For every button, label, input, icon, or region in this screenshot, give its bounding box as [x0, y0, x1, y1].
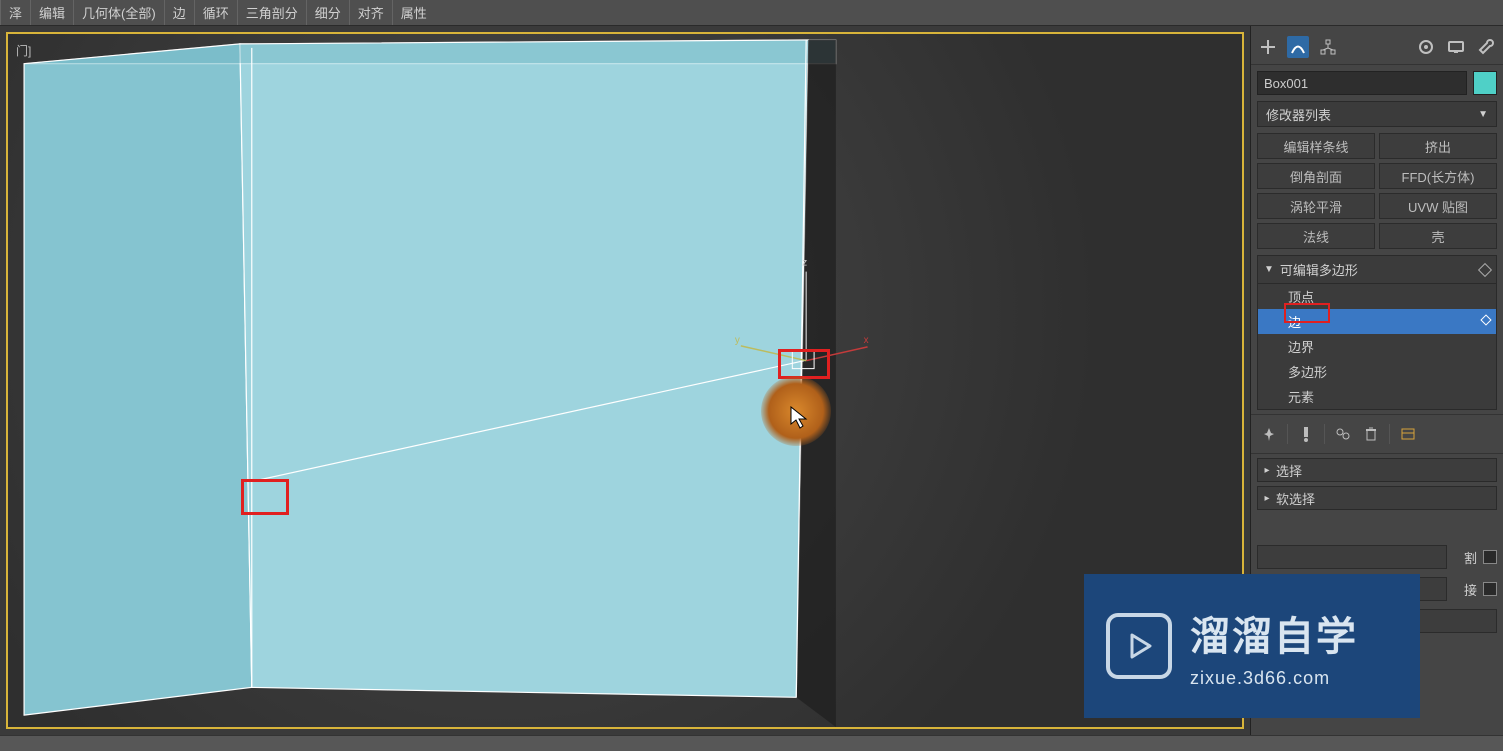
modifier-list-dropdown[interactable]: 修改器列表 ▼ — [1257, 101, 1497, 127]
mod-button-ffd[interactable]: FFD(长方体) — [1379, 163, 1497, 189]
svg-text:z: z — [802, 258, 807, 269]
play-logo-icon — [1106, 613, 1172, 679]
modifier-stack: ▼ 可编辑多边形 顶点 边 边界 多边形 元素 — [1257, 255, 1497, 410]
triangle-down-icon: ▼ — [1264, 264, 1274, 275]
status-bar — [0, 735, 1503, 751]
lower-checkbox-2[interactable] — [1483, 582, 1497, 596]
hierarchy-tab-icon[interactable] — [1317, 36, 1339, 58]
modifier-quick-buttons: 编辑样条线 挤出 倒角剖面 FFD(长方体) 涡轮平滑 UVW 贴图 法线 壳 — [1251, 133, 1503, 255]
watermark-url: zixue.3d66.com — [1190, 668, 1358, 689]
subobj-border[interactable]: 边界 — [1258, 334, 1496, 359]
rollout-selection[interactable]: ▸ 选择 — [1257, 458, 1497, 482]
highlight-marker — [241, 479, 289, 515]
diamond-icon — [1480, 314, 1491, 325]
watermark-overlay: 溜溜自学 zixue.3d66.com — [1084, 574, 1420, 718]
chevron-down-icon: ▼ — [1478, 109, 1488, 120]
chevron-right-icon: ▸ — [1258, 493, 1276, 504]
mod-button-uvwmap[interactable]: UVW 贴图 — [1379, 193, 1497, 219]
motion-tab-icon[interactable] — [1415, 36, 1437, 58]
menu-item-loop[interactable]: 循环 — [194, 0, 237, 25]
mod-button-bevel[interactable]: 倒角剖面 — [1257, 163, 1375, 189]
modifier-stack-header[interactable]: ▼ 可编辑多边形 — [1258, 256, 1496, 284]
menu-item-align[interactable]: 对齐 — [349, 0, 392, 25]
menu-item-edge[interactable]: 边 — [164, 0, 194, 25]
pin-icon[interactable] — [1257, 423, 1281, 445]
lower-checkbox-1[interactable] — [1483, 550, 1497, 564]
mod-button-normal[interactable]: 法线 — [1257, 223, 1375, 249]
object-name-input[interactable] — [1257, 71, 1467, 95]
menu-item-ze[interactable]: 泽 — [0, 0, 30, 25]
rollout-soft-selection[interactable]: ▸ 软选择 — [1257, 486, 1497, 510]
watermark-title: 溜溜自学 — [1190, 604, 1358, 662]
lower-label-2: 接 — [1453, 580, 1477, 599]
divider — [1287, 424, 1288, 444]
mod-button-extrude[interactable]: 挤出 — [1379, 133, 1497, 159]
command-panel-tabs — [1251, 26, 1503, 65]
viewport-geometry: z x y — [8, 34, 1242, 727]
highlight-marker — [1284, 303, 1330, 323]
trash-icon[interactable] — [1359, 423, 1383, 445]
menu-item-edit[interactable]: 编辑 — [30, 0, 73, 25]
rollout-label: 软选择 — [1276, 489, 1496, 508]
subobj-element[interactable]: 元素 — [1258, 384, 1496, 409]
mod-button-shell[interactable]: 壳 — [1379, 223, 1497, 249]
menu-item-subdivide[interactable]: 细分 — [306, 0, 349, 25]
divider — [1324, 424, 1325, 444]
perspective-viewport[interactable]: 门] z — [6, 32, 1244, 729]
rollout-label: 选择 — [1276, 461, 1496, 480]
object-color-swatch[interactable] — [1473, 71, 1497, 95]
utilities-tab-icon[interactable] — [1475, 36, 1497, 58]
divider — [1389, 424, 1390, 444]
create-tab-icon[interactable] — [1257, 36, 1279, 58]
menu-item-geometry[interactable]: 几何体(全部) — [73, 0, 164, 25]
cursor-highlight — [761, 376, 831, 446]
modifier-list-label: 修改器列表 — [1266, 105, 1331, 124]
menu-item-triangulate[interactable]: 三角剖分 — [237, 0, 306, 25]
svg-text:y: y — [735, 335, 740, 346]
subobj-polygon[interactable]: 多边形 — [1258, 359, 1496, 384]
chevron-right-icon: ▸ — [1258, 465, 1276, 476]
modify-tab-icon[interactable] — [1287, 36, 1309, 58]
lower-button-1[interactable] — [1257, 545, 1447, 569]
modifier-stack-toolbar — [1251, 414, 1503, 454]
highlight-marker — [778, 349, 830, 379]
show-end-result-icon[interactable] — [1294, 423, 1318, 445]
lower-label-1: 割 — [1453, 548, 1477, 567]
configure-icon[interactable] — [1396, 423, 1420, 445]
mod-button-edit-spline[interactable]: 编辑样条线 — [1257, 133, 1375, 159]
display-tab-icon[interactable] — [1445, 36, 1467, 58]
menu-item-properties[interactable]: 属性 — [392, 0, 435, 25]
mod-button-turbosmooth[interactable]: 涡轮平滑 — [1257, 193, 1375, 219]
make-unique-icon[interactable] — [1331, 423, 1355, 445]
svg-text:x: x — [864, 335, 869, 346]
modifier-stack-title: 可编辑多边形 — [1280, 260, 1480, 279]
menu-bar: 泽 编辑 几何体(全部) 边 循环 三角剖分 细分 对齐 属性 — [0, 0, 1503, 26]
diamond-icon — [1478, 262, 1492, 276]
